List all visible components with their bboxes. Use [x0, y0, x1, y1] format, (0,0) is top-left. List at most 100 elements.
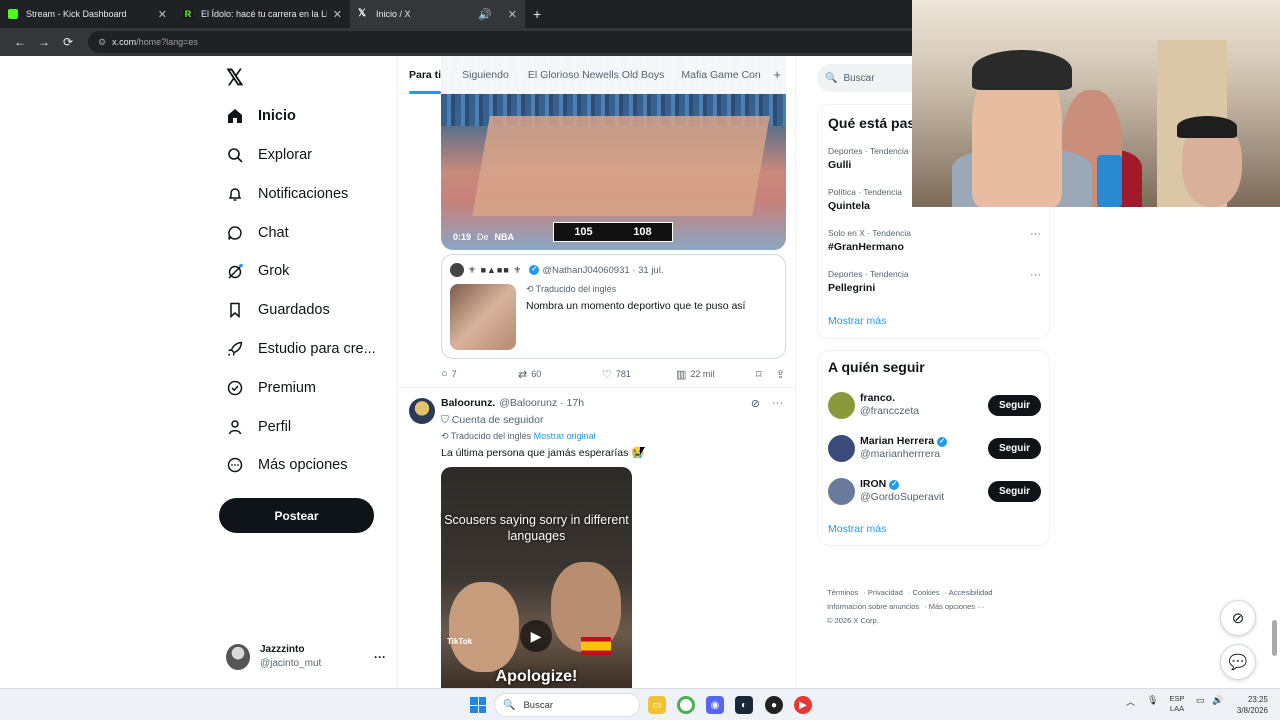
scrollbar[interactable] [1272, 620, 1277, 656]
show-more-trends-link[interactable]: Mostrar más [828, 315, 886, 327]
display-name-emojis: ⚜ ■▲■■ ⚜ [468, 264, 523, 275]
tab-mafia-game[interactable]: Mafia Game Con [681, 56, 765, 94]
windows-start-icon[interactable] [470, 697, 486, 713]
input-language[interactable]: ESP LAA [1168, 694, 1186, 714]
follow-button[interactable]: Seguir [988, 480, 1041, 502]
grok-icon[interactable]: ⊘ [751, 397, 760, 410]
url-field[interactable]: ⚙ x.com/home?lang=es [88, 31, 968, 53]
tab-siguiendo[interactable]: Siguiendo [462, 56, 509, 94]
more-dots-icon[interactable]: ··· [1030, 228, 1041, 240]
sidebar-item-grok[interactable]: Grok [226, 256, 289, 286]
chrome-icon[interactable] [677, 696, 695, 714]
sidebar-item-perfil[interactable]: Perfil [226, 412, 291, 442]
network-icon[interactable]: ▭ [1196, 695, 1205, 706]
share-icon: ⇪ [776, 368, 786, 381]
account-name: Jazzzinto [260, 644, 305, 655]
sidebar-item-premium[interactable]: Premium [226, 373, 316, 403]
footer-link[interactable]: Términos [827, 588, 858, 597]
sidebar-item-mas-opciones[interactable]: Más opciones [226, 450, 347, 480]
follow-suggestion[interactable]: Marian Herrera ✓ @marianherrrera Seguir [828, 433, 1041, 463]
clock-time: 23:25 [1247, 695, 1268, 704]
follow-suggestion[interactable]: IRON ✓ @GordoSuperavit Seguir [828, 476, 1041, 506]
steam-icon[interactable]: ◐ [735, 696, 753, 714]
author-handle[interactable]: @Baloorunz [499, 397, 557, 409]
footer-link[interactable]: Más opciones ··· [929, 602, 985, 611]
left-nav: 𝕏 Inicio Explorar Notificaciones Chat Gr… [218, 56, 396, 688]
footer-link[interactable]: Accesibilidad [949, 588, 993, 597]
avatar[interactable] [828, 391, 855, 419]
trend-item[interactable]: Solo en X · Tendencia #GranHermano ··· [828, 228, 1041, 253]
quoted-post[interactable]: ⚜ ■▲■■ ⚜ ✓ @NathanJ04060931 · 31 jul. ⟲ … [441, 254, 786, 359]
taskbar-search[interactable]: 🔍 Buscar [494, 693, 640, 717]
close-tab-icon[interactable]: ✕ [333, 8, 342, 21]
more-dots-icon[interactable]: ··· [374, 650, 386, 664]
avatar[interactable] [828, 434, 855, 462]
file-explorer-icon[interactable]: ▭ [648, 696, 666, 714]
sidebar-item-explorar[interactable]: Explorar [226, 140, 312, 170]
post[interactable]: Baloorunz. @Baloorunz · 17h ⊘ ··· ⛉ Cuen… [398, 388, 795, 688]
x-logo-icon[interactable]: 𝕏 [226, 65, 244, 91]
show-original-link[interactable]: Mostrar original [534, 431, 596, 441]
more-dots-icon[interactable]: ··· [1030, 269, 1041, 281]
sidebar-item-chat[interactable]: Chat [226, 218, 289, 248]
follow-button[interactable]: Seguir [988, 394, 1041, 416]
score-left: 105 [574, 226, 593, 238]
sidebar-item-guardados[interactable]: Guardados [226, 295, 330, 325]
close-tab-icon[interactable]: ✕ [508, 8, 517, 21]
post-button[interactable]: Postear [219, 498, 374, 533]
back-icon[interactable]: ← [8, 35, 32, 49]
sidebar-item-label: Inicio [258, 108, 296, 124]
tab-newells[interactable]: El Glorioso Newells Old Boys [528, 56, 665, 94]
tray-chevron-icon[interactable]: ︿ [1126, 695, 1135, 708]
footer-link[interactable]: Información sobre anuncios [827, 602, 919, 611]
reload-icon[interactable]: ⟳ [56, 35, 80, 49]
post-video[interactable]: Scousers saying sorry in different langu… [441, 467, 632, 688]
follow-button[interactable]: Seguir [988, 437, 1041, 459]
obs-icon[interactable]: ● [765, 696, 783, 714]
more-dots-icon[interactable]: ··· [772, 397, 783, 410]
kick-favicon-icon: R [183, 9, 193, 19]
avatar[interactable] [828, 477, 855, 505]
grok-fab-button[interactable]: ⊘ [1220, 600, 1256, 636]
trend-item[interactable]: Deportes · Tendencia Pellegrini ··· [828, 269, 1041, 294]
microphone-icon[interactable]: 🎙 [1147, 695, 1158, 706]
post-time[interactable]: 17h [567, 397, 585, 409]
avatar [226, 644, 250, 670]
close-tab-icon[interactable]: ✕ [158, 8, 167, 21]
sidebar-item-estudio[interactable]: Estudio para cre... [226, 334, 376, 364]
system-clock[interactable]: 23:25 3/8/2026 [1232, 694, 1268, 716]
speaker-icon[interactable]: 🔊 [478, 8, 492, 21]
sidebar-item-inicio[interactable]: Inicio [226, 101, 296, 131]
score-right: 108 [633, 226, 652, 238]
reply-button[interactable]: ○ 7 [441, 368, 518, 380]
account-switcher[interactable]: Jazzzinto @jacinto_mut ··· [226, 642, 386, 672]
sidebar-item-notificaciones[interactable]: Notificaciones [226, 179, 348, 209]
play-icon[interactable]: ▶ [520, 620, 552, 652]
footer-link[interactable]: Privacidad [868, 588, 903, 597]
view-count: 22 mil [690, 369, 715, 379]
author-name[interactable]: Baloorunz. [441, 397, 495, 409]
quoted-image[interactable] [450, 284, 516, 350]
new-tab-icon[interactable]: + [533, 6, 541, 22]
browser-tab-idolo[interactable]: R El Ídolo: hacé tu carrera en la Li ✕ [175, 0, 350, 28]
tab-para-ti[interactable]: Para ti [409, 56, 442, 94]
add-tab-icon[interactable]: + [773, 67, 781, 82]
browser-tab-kick[interactable]: Stream - Kick Dashboard ✕ [0, 0, 175, 28]
share-button[interactable]: ⇪ [776, 368, 785, 381]
media-player-icon[interactable]: ▶ [794, 696, 812, 714]
repost-button[interactable]: ⇄ 60 [518, 368, 602, 381]
follow-suggestion[interactable]: franco. @francczeta Seguir [828, 390, 1041, 420]
avatar[interactable] [409, 398, 435, 424]
volume-icon[interactable]: 🔊 [1212, 695, 1223, 706]
chat-fab-button[interactable]: 💬 [1220, 644, 1256, 680]
views-button[interactable]: ▥ 22 mil [676, 368, 756, 381]
discord-icon[interactable]: ◉ [706, 696, 724, 714]
footer-link[interactable]: Cookies [912, 588, 939, 597]
site-info-icon[interactable]: ⚙ [98, 37, 106, 48]
bookmark-button[interactable]: ⌑ [756, 368, 776, 381]
browser-tab-x[interactable]: 𝕏 Inicio / X 🔊 ✕ [350, 0, 525, 28]
like-button[interactable]: ♡ 781 [602, 368, 676, 381]
forward-icon[interactable]: → [32, 35, 56, 49]
quoted-handle: @NathanJ04060931 [542, 264, 630, 276]
show-more-follow-link[interactable]: Mostrar más [828, 523, 886, 535]
